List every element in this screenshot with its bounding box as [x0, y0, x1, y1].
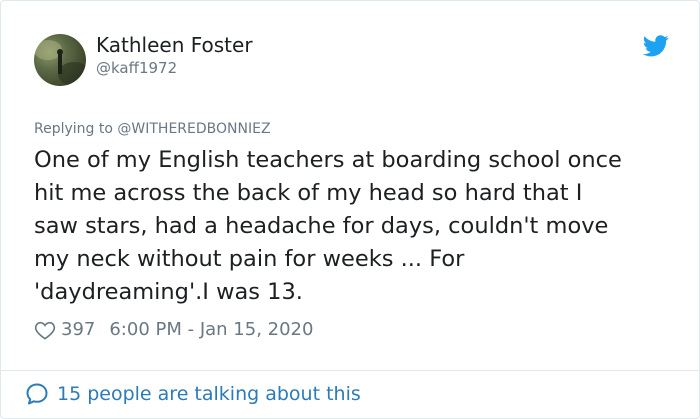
- talking-count-label[interactable]: 15 people are talking about this: [57, 383, 361, 405]
- tweet-line: hit me across the back of my head so har…: [34, 180, 583, 206]
- tweet-line: my neck without pain for weeks ... For: [34, 246, 465, 272]
- heart-icon[interactable]: [34, 320, 56, 340]
- tweet-line: saw stars, had a headache for days, coul…: [34, 213, 609, 239]
- tweet-card: Kathleen Foster @kaff1972 Replying to @W…: [0, 0, 700, 419]
- user-handle[interactable]: @kaff1972: [96, 59, 177, 77]
- like-count[interactable]: 397: [61, 319, 95, 340]
- tweet-line: 'daydreaming'.I was 13.: [34, 279, 303, 305]
- replying-to: Replying to @WITHEREDBONNIEZ: [34, 121, 271, 137]
- conversation-link[interactable]: 15 people are talking about this: [25, 382, 361, 406]
- tweet-line: One of my English teachers at boarding s…: [34, 147, 622, 173]
- timestamp-link[interactable]: 6:00 PM - Jan 15, 2020: [109, 319, 313, 340]
- tweet-meta: 397 6:00 PM - Jan 15, 2020: [34, 319, 313, 340]
- divider: [1, 370, 699, 371]
- reply-to-handle-link[interactable]: @WITHEREDBONNIEZ: [117, 121, 270, 137]
- speech-bubble-icon: [26, 383, 48, 405]
- display-name[interactable]: Kathleen Foster: [96, 33, 253, 57]
- avatar-photo: [34, 40, 86, 86]
- twitter-bird-icon[interactable]: [643, 35, 669, 57]
- replying-prefix: Replying to: [34, 121, 113, 137]
- avatar[interactable]: [34, 34, 86, 86]
- tweet-text: One of my English teachers at boarding s…: [34, 144, 684, 309]
